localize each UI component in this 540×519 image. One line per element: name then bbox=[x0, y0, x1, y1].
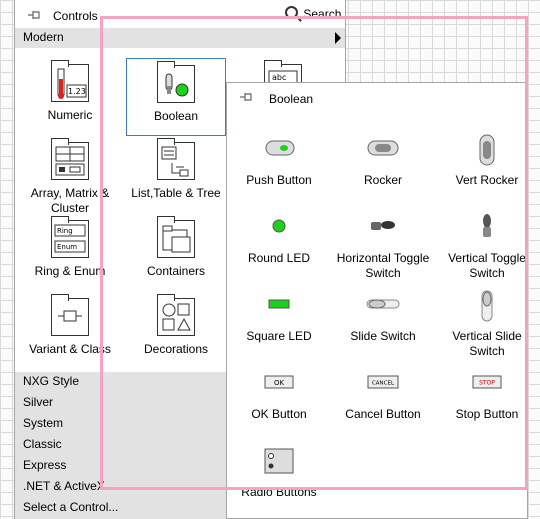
variant-icon bbox=[51, 294, 89, 336]
svg-text:STOP: STOP bbox=[479, 380, 495, 387]
boolean-title: Boolean bbox=[269, 92, 314, 106]
category-label: Boolean bbox=[153, 109, 199, 123]
boolean-item-label: Radio Buttons bbox=[241, 485, 317, 499]
category-numeric[interactable]: 1.23 Numeric bbox=[20, 60, 120, 123]
palette-modern-label: Modern bbox=[23, 30, 64, 44]
controls-title: Controls bbox=[53, 9, 98, 23]
palette-dotnet-activex[interactable]: .NET & ActiveX bbox=[23, 479, 105, 493]
rocker-control[interactable]: Rocker bbox=[331, 133, 435, 188]
slide-switch-control[interactable]: Slide Switch bbox=[331, 289, 435, 344]
search-button[interactable]: Search bbox=[285, 6, 341, 24]
stop-button-icon: STOP bbox=[472, 375, 502, 389]
pin-icon[interactable] bbox=[239, 91, 253, 103]
horizontal-toggle-icon bbox=[371, 221, 395, 230]
controls-title-bar[interactable]: Controls Search bbox=[15, 6, 345, 26]
boolean-item-label: OK Button bbox=[251, 407, 307, 421]
vert-rocker-control[interactable]: Vert Rocker bbox=[435, 133, 539, 188]
ring-icon: Ring Enum bbox=[51, 216, 89, 258]
ok-button-icon: OK bbox=[264, 375, 294, 389]
palette-modern-header[interactable]: Modern bbox=[15, 28, 345, 48]
category-array-matrix-cluster[interactable]: Array, Matrix & Cluster bbox=[20, 138, 120, 216]
category-list-table-tree[interactable]: List,Table & Tree bbox=[126, 138, 226, 201]
containers-icon bbox=[157, 216, 195, 258]
palette-system[interactable]: System bbox=[23, 416, 63, 430]
vert-rocker-icon bbox=[479, 134, 495, 166]
boolean-title-bar[interactable]: Boolean bbox=[227, 89, 527, 107]
stop-button-control[interactable]: STOP Stop Button bbox=[435, 367, 539, 422]
vertical-slide-switch-control[interactable]: Vertical Slide Switch bbox=[435, 289, 539, 359]
category-label: Ring & Enum bbox=[34, 264, 106, 278]
search-label: Search bbox=[303, 7, 342, 21]
slide-switch-icon bbox=[366, 299, 400, 309]
list-icon bbox=[157, 138, 195, 180]
svg-text:abc: abc bbox=[272, 73, 286, 82]
category-variant-class[interactable]: Variant & Class bbox=[20, 294, 120, 357]
boolean-item-label: Rocker bbox=[363, 173, 402, 187]
round-led-control[interactable]: Round LED bbox=[227, 211, 331, 266]
category-decorations[interactable]: Decorations bbox=[126, 294, 226, 357]
vertical-toggle-switch-control[interactable]: Vertical Toggle Switch bbox=[435, 211, 539, 281]
category-label: Containers bbox=[146, 264, 206, 278]
boolean-item-label: Square LED bbox=[246, 329, 312, 343]
boolean-item-label: Vertical Toggle Switch bbox=[448, 251, 526, 280]
boolean-palette: Boolean Push Button Rocker Vert Rocker R… bbox=[226, 82, 528, 519]
boolean-item-label: Slide Switch bbox=[350, 329, 416, 343]
vertical-slide-switch-icon bbox=[481, 290, 493, 322]
vertical-toggle-icon bbox=[483, 214, 491, 237]
palette-express[interactable]: Express bbox=[23, 458, 66, 472]
horizontal-toggle-switch-control[interactable]: Horizontal Toggle Switch bbox=[331, 211, 435, 281]
category-containers[interactable]: Containers bbox=[126, 216, 226, 279]
pin-icon[interactable] bbox=[27, 9, 41, 21]
square-led-icon bbox=[268, 299, 290, 309]
ok-button-control[interactable]: OK OK Button bbox=[227, 367, 331, 422]
expand-arrow-icon[interactable] bbox=[335, 32, 341, 44]
search-icon bbox=[285, 6, 298, 19]
category-label: Array, Matrix & Cluster bbox=[30, 186, 110, 215]
boolean-item-label: Cancel Button bbox=[345, 407, 421, 421]
radio-buttons-control[interactable]: Radio Buttons bbox=[227, 445, 331, 500]
svg-text:Enum: Enum bbox=[57, 243, 77, 251]
palette-classic[interactable]: Classic bbox=[23, 437, 62, 451]
palette-silver[interactable]: Silver bbox=[23, 395, 53, 409]
boolean-item-label: Horizontal Toggle Switch bbox=[336, 251, 430, 280]
svg-text:OK: OK bbox=[274, 379, 285, 387]
svg-text:CANCEL: CANCEL bbox=[372, 381, 395, 387]
boolean-item-label: Round LED bbox=[247, 251, 311, 265]
boolean-item-label: Vertical Slide Switch bbox=[452, 329, 522, 358]
category-label: Variant & Class bbox=[29, 342, 111, 356]
push-button-icon bbox=[265, 140, 295, 156]
category-ring-enum[interactable]: Ring Enum Ring & Enum bbox=[20, 216, 120, 279]
round-led-icon bbox=[272, 219, 286, 233]
boolean-item-label: Vert Rocker bbox=[455, 173, 519, 187]
rocker-icon bbox=[367, 140, 399, 156]
boolean-icon bbox=[157, 61, 195, 103]
push-button-control[interactable]: Push Button bbox=[227, 133, 331, 188]
boolean-item-label: Stop Button bbox=[455, 407, 519, 421]
cancel-button-icon: CANCEL bbox=[367, 375, 399, 389]
cancel-button-control[interactable]: CANCEL Cancel Button bbox=[331, 367, 435, 422]
numeric-icon: 1.23 bbox=[51, 60, 89, 102]
category-boolean[interactable]: Boolean bbox=[126, 58, 226, 136]
square-led-control[interactable]: Square LED bbox=[227, 289, 331, 344]
svg-text:1.23: 1.23 bbox=[68, 87, 86, 96]
category-label: Numeric bbox=[47, 108, 93, 122]
category-label: List,Table & Tree bbox=[131, 186, 221, 200]
palette-nxg-style[interactable]: NXG Style bbox=[23, 374, 79, 388]
category-label: Decorations bbox=[143, 342, 209, 356]
decorations-icon bbox=[157, 294, 195, 336]
radio-buttons-icon bbox=[264, 448, 294, 474]
select-a-control[interactable]: Select a Control... bbox=[23, 500, 118, 514]
array-icon bbox=[51, 138, 89, 180]
svg-text:Ring: Ring bbox=[57, 227, 73, 235]
boolean-item-label: Push Button bbox=[246, 173, 312, 187]
